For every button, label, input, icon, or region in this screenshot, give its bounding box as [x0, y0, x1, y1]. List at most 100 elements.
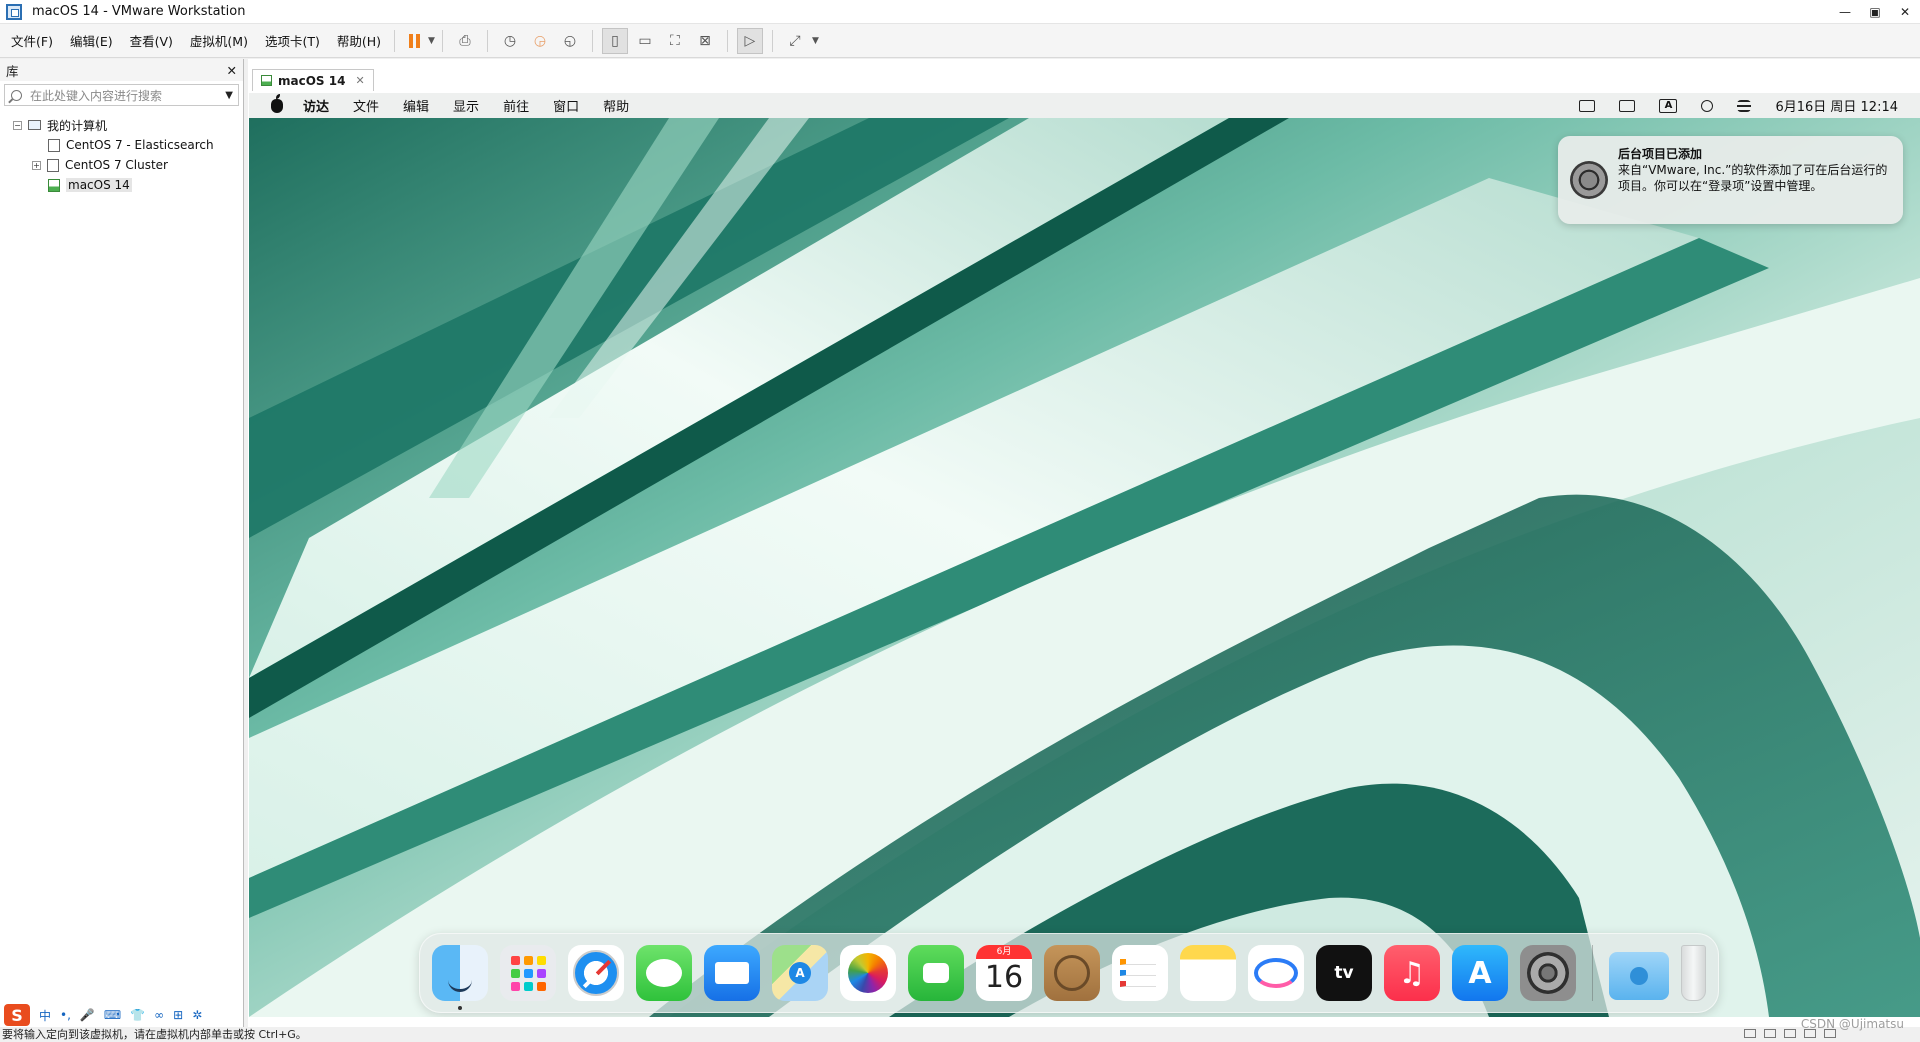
calendar-month: 6月: [976, 945, 1032, 959]
system-settings-icon: [1570, 161, 1608, 199]
running-indicator: [458, 1006, 462, 1010]
console-icon[interactable]: ▷: [736, 27, 763, 54]
stretch-icon[interactable]: ⤢: [782, 28, 808, 54]
thumbnail-view-icon[interactable]: ▭: [632, 28, 658, 54]
mac-menu-help[interactable]: 帮助: [603, 96, 629, 115]
screen-mirroring-icon[interactable]: [1619, 99, 1636, 112]
cd-drive-icon[interactable]: [1764, 1029, 1776, 1038]
notification-content: 后台项目已添加 来自“VMware, Inc.”的软件添加了可在后台运行的项目。…: [1618, 146, 1893, 214]
revert-snapshot-icon[interactable]: ◶: [527, 28, 553, 54]
tab-close-icon[interactable]: ✕: [355, 74, 364, 87]
snapshot-manager-icon[interactable]: ◵: [557, 28, 583, 54]
toolbar-divider: [726, 29, 728, 52]
mac-menu-window[interactable]: 窗口: [553, 96, 579, 115]
toolbar-divider: [394, 29, 396, 52]
calendar-icon[interactable]: 6月 16: [976, 945, 1032, 1001]
freeform-icon[interactable]: [1248, 945, 1304, 1001]
tree-label: 我的计算机: [47, 118, 108, 133]
mail-icon[interactable]: [704, 945, 760, 1001]
contacts-icon[interactable]: [1044, 945, 1100, 1001]
menu-clock[interactable]: 6月16日 周日 12:14: [1775, 96, 1898, 115]
messages-icon[interactable]: [636, 945, 692, 1001]
menu-vm[interactable]: 虚拟机(M): [184, 31, 254, 50]
library-search-input[interactable]: 在此处键入内容进行搜索 ▼: [4, 84, 239, 106]
mac-menu-finder[interactable]: 访达: [303, 96, 329, 115]
input-source-icon[interactable]: A: [1659, 98, 1678, 113]
pause-icon[interactable]: [402, 29, 426, 53]
trash-icon[interactable]: [1680, 945, 1706, 1001]
stretch-dropdown-icon[interactable]: ▼: [812, 36, 819, 46]
tree-node-vm[interactable]: CentOS 7 - Elasticsearch: [0, 135, 243, 155]
status-message: 要将输入定向到该虚拟机，请在虚拟机内部单击或按 Ctrl+G。: [2, 1028, 307, 1041]
downloads-folder-icon[interactable]: [1608, 952, 1669, 1000]
window-title: macOS 14 - VMware Workstation: [32, 4, 246, 19]
collapse-icon[interactable]: −: [13, 120, 22, 130]
status-bar: 要将输入定向到该虚拟机，请在虚拟机内部单击或按 Ctrl+G。: [0, 1027, 1920, 1041]
window-controls: — ▣ ✕: [1830, 0, 1920, 24]
photos-icon[interactable]: [840, 945, 896, 1001]
hard-disk-icon[interactable]: [1744, 1029, 1756, 1038]
menu-view[interactable]: 查看(V): [124, 31, 179, 50]
control-center-icon[interactable]: [1737, 99, 1752, 112]
screen-record-icon[interactable]: [1579, 99, 1596, 112]
spotlight-icon[interactable]: [1701, 99, 1714, 112]
ime-link-icon[interactable]: ∞: [154, 1008, 164, 1022]
ime-chinese-mode[interactable]: 中: [39, 1007, 51, 1024]
menu-help[interactable]: 帮助(H): [331, 31, 387, 50]
mac-menu-edit[interactable]: 编辑: [403, 96, 429, 115]
reminders-icon[interactable]: [1112, 945, 1168, 1001]
expand-icon[interactable]: +: [32, 160, 41, 170]
mac-menu-file[interactable]: 文件: [353, 96, 379, 115]
mac-menu-bar: 访达 文件 编辑 显示 前往 窗口 帮助 A 6月16日 周日 12:14: [249, 93, 1920, 118]
tree-node-vm-selected[interactable]: macOS 14: [0, 175, 243, 195]
app-store-icon[interactable]: A: [1452, 945, 1508, 1001]
finder-icon[interactable]: [432, 945, 488, 1010]
notification-banner[interactable]: 后台项目已添加 来自“VMware, Inc.”的软件添加了可在后台运行的项目。…: [1558, 136, 1903, 224]
minimize-button[interactable]: —: [1830, 0, 1860, 24]
tree-node-vm-folder[interactable]: + CentOS 7 Cluster: [0, 155, 243, 175]
tv-label: tv: [1334, 963, 1354, 983]
vm-console[interactable]: 访达 文件 编辑 显示 前往 窗口 帮助 A 6月16日 周日 12:14 后台…: [249, 93, 1920, 1017]
sogou-logo-icon[interactable]: S: [4, 1004, 30, 1026]
skin-icon[interactable]: 👕: [130, 1008, 145, 1022]
menu-edit[interactable]: 编辑(E): [64, 31, 119, 50]
vm-tree: − 我的计算机 CentOS 7 - Elasticsearch + CentO…: [0, 109, 243, 195]
maps-icon[interactable]: [772, 945, 828, 1001]
music-icon[interactable]: ♫: [1384, 945, 1440, 1001]
menu-tabs[interactable]: 选项卡(T): [259, 31, 326, 50]
unity-icon[interactable]: ⊠: [692, 28, 718, 54]
vm-icon: [48, 138, 60, 152]
network-icon[interactable]: [1784, 1029, 1796, 1038]
send-ctrl-alt-del-icon[interactable]: ⎙: [452, 28, 478, 54]
ime-punctuation-icon[interactable]: •,: [60, 1008, 71, 1022]
mac-menu-view[interactable]: 显示: [453, 96, 479, 115]
maximize-button[interactable]: ▣: [1860, 0, 1890, 24]
library-view-icon[interactable]: ▯: [601, 27, 628, 54]
tree-node-my-computer[interactable]: − 我的计算机: [0, 115, 243, 135]
toolbar-divider: [441, 29, 443, 52]
facetime-icon[interactable]: [908, 945, 964, 1001]
tab-macos-14[interactable]: macOS 14 ✕: [252, 69, 374, 91]
library-title: 库: [6, 63, 19, 79]
library-close-button[interactable]: ✕: [227, 63, 237, 78]
vm-icon: [47, 158, 59, 172]
toolbox-icon[interactable]: ⊞: [173, 1008, 183, 1022]
microphone-icon[interactable]: 🎤: [80, 1008, 95, 1022]
safari-icon[interactable]: [568, 945, 624, 1001]
launchpad-icon[interactable]: [500, 945, 556, 1001]
apple-menu-icon[interactable]: [271, 93, 283, 113]
close-button[interactable]: ✕: [1890, 0, 1920, 24]
snapshot-icon[interactable]: ◷: [497, 28, 523, 54]
system-settings-dock-icon[interactable]: [1520, 945, 1576, 1001]
notes-icon[interactable]: [1180, 945, 1236, 1001]
menu-file[interactable]: 文件(F): [5, 31, 59, 50]
apple-tv-icon[interactable]: tv: [1316, 945, 1372, 1001]
ime-settings-icon[interactable]: ✲: [192, 1008, 202, 1022]
keyboard-icon[interactable]: ⌨: [104, 1008, 121, 1022]
full-screen-icon[interactable]: ⛶: [662, 28, 688, 54]
search-dropdown-icon[interactable]: ▼: [225, 90, 233, 101]
mac-menu-go[interactable]: 前往: [503, 96, 529, 115]
menu-toolbar: 文件(F) 编辑(E) 查看(V) 虚拟机(M) 选项卡(T) 帮助(H) ▼ …: [0, 24, 1920, 58]
tab-label: macOS 14: [278, 73, 346, 88]
pause-dropdown-icon[interactable]: ▼: [428, 36, 435, 46]
